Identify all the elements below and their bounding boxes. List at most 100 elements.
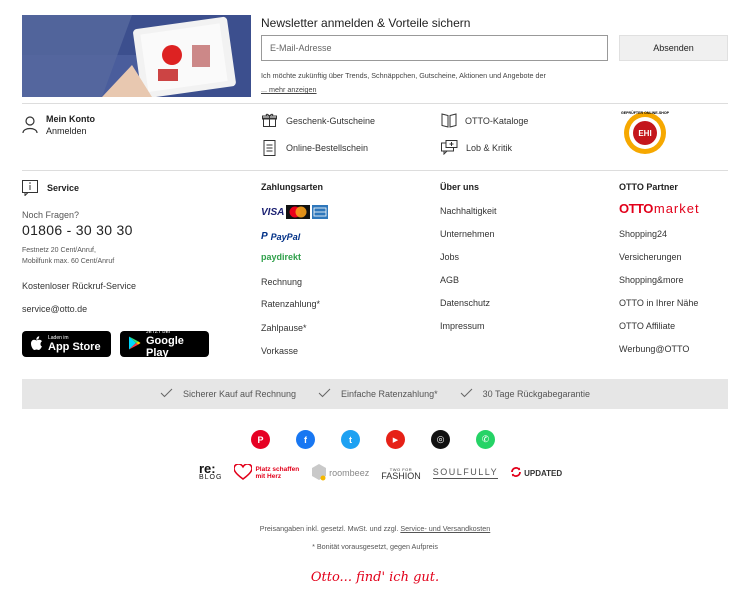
service-email-link[interactable]: service@otto.de	[22, 304, 87, 314]
otto-slogan: Otto... find' ich gut.	[310, 570, 440, 585]
twoforfashion-logo[interactable]: TWO FOR FASHION	[381, 466, 421, 481]
about-link-company[interactable]: Unternehmen	[440, 229, 495, 239]
service-title: Service	[47, 183, 80, 193]
partner-link-shopping-more[interactable]: Shopping&more	[619, 275, 684, 285]
document-icon	[262, 140, 277, 156]
catalog-icon	[441, 113, 457, 128]
app-store-badge[interactable]: Laden im App Store	[22, 331, 111, 357]
roombeez-logo[interactable]: roombeez	[311, 463, 369, 483]
reblog-logo-b: BLOG	[199, 474, 223, 481]
soulfully-logo[interactable]: SOULFULLY	[432, 467, 499, 479]
check-icon	[160, 388, 173, 400]
payment-title: Zahlungsarten	[261, 182, 324, 192]
service-cost-line1: Festnetz 20 Cent/Anruf,	[22, 247, 96, 254]
partner-title: OTTO Partner	[619, 182, 678, 192]
app-store-big: App Store	[48, 341, 101, 353]
my-account-title: Mein Konto	[46, 114, 95, 124]
benefit-label: 30 Tage Rückgabegarantie	[482, 389, 591, 399]
order-form-label: Online-Bestellschein	[286, 143, 369, 153]
feedback-label: Lob & Kritik	[466, 142, 513, 153]
updated-label: UPDATED	[524, 468, 563, 478]
partner-link-shopping24[interactable]: Shopping24	[619, 229, 667, 239]
reblog-logo[interactable]: re: BLOG	[199, 461, 223, 482]
price-note-prefix: Preisangaben inkl. gesetzl. MwSt. und zz…	[259, 524, 399, 533]
gift-voucher-link[interactable]: Geschenk-Gutscheine	[262, 113, 375, 128]
herz-line1: Platz schaffen	[255, 466, 300, 473]
about-link-sustainability[interactable]: Nachhaltigkeit	[440, 206, 497, 216]
facebook-icon[interactable]: f	[296, 430, 315, 449]
email-input[interactable]	[261, 35, 608, 61]
benefits-bar: Sicherer Kauf auf Rechnung Einfache Rate…	[22, 379, 728, 409]
benefit-item: 30 Tage Rückgabegarantie	[460, 388, 590, 400]
check-icon	[460, 388, 473, 400]
ehi-seal-label: EHI	[633, 121, 657, 145]
otto-market-logo-a: OTTO	[619, 201, 653, 216]
order-form-link[interactable]: Online-Bestellschein	[262, 140, 368, 156]
callback-service-link[interactable]: Kostenloser Rückruf-Service	[22, 281, 136, 291]
social-links: P f t ▶ ◎ ✆	[251, 430, 495, 449]
info-icon	[22, 180, 38, 196]
sync-icon	[510, 466, 522, 480]
partner-link-advertising[interactable]: Werbung@OTTO	[619, 344, 689, 354]
benefit-item: Sicherer Kauf auf Rechnung	[160, 388, 296, 400]
my-account[interactable]: Mein Konto Anmelden	[22, 114, 95, 136]
catalogs-label: OTTO-Kataloge	[465, 115, 529, 126]
service-phone[interactable]: 01806 - 30 30 30	[22, 222, 133, 238]
catalogs-link[interactable]: OTTO-Kataloge	[441, 113, 528, 128]
payment-link-invoice[interactable]: Rechnung	[261, 277, 302, 287]
service-header: Service	[22, 180, 79, 196]
ehi-seal[interactable]: EHI GEPRÜFTER ONLINE-SHOP	[621, 111, 669, 154]
credit-note: * Bonität vorausgesetzt, gegen Aufpreis	[312, 542, 438, 551]
partner-link-insurance[interactable]: Versicherungen	[619, 252, 682, 262]
reblog-logo-a: re:	[199, 461, 216, 476]
newsletter-consent-text: Ich möchte zukünftig über Trends, Schnäp…	[261, 71, 546, 80]
paydirekt-logo: paydirekt	[261, 252, 302, 262]
paypal-icon: P	[261, 231, 268, 242]
divider	[22, 170, 728, 171]
about-link-imprint[interactable]: Impressum	[440, 321, 485, 331]
apple-icon	[30, 335, 43, 353]
service-cost-line2: Mobilfunk max. 60 Cent/Anruf	[22, 258, 115, 265]
newsletter-submit-button[interactable]: Absenden	[619, 35, 728, 61]
google-play-badge[interactable]: JETZT BEI Google Play	[120, 329, 209, 359]
payment-link-installment[interactable]: Ratenzahlung*	[261, 299, 320, 309]
benefit-label: Einfache Ratenzahlung*	[341, 389, 438, 399]
herz-logo[interactable]: Platz schaffen mit Herz	[233, 463, 300, 482]
updated-logo[interactable]: UPDATED	[510, 466, 562, 480]
paypal-label: PayPal	[270, 231, 301, 242]
gift-icon	[262, 113, 277, 128]
show-more-link[interactable]: ... mehr anzeigen	[261, 85, 317, 94]
price-note: Preisangaben inkl. gesetzl. MwSt. und zz…	[0, 524, 750, 533]
instagram-icon[interactable]: ◎	[431, 430, 450, 449]
paypal-logo: P PayPal	[261, 231, 300, 242]
payment-link-prepayment[interactable]: Vorkasse	[261, 346, 298, 356]
pinterest-icon[interactable]: P	[251, 430, 270, 449]
shipping-costs-link[interactable]: Service- und Versandkosten	[400, 524, 490, 533]
ehi-seal-text: GEPRÜFTER ONLINE-SHOP	[620, 111, 670, 115]
partner-link-affiliate[interactable]: OTTO Affiliate	[619, 321, 675, 331]
newsletter-image	[22, 15, 251, 97]
roombeez-label: roombeez	[329, 468, 370, 478]
about-link-terms[interactable]: AGB	[440, 275, 459, 285]
google-play-icon	[128, 336, 141, 352]
about-link-privacy[interactable]: Datenschutz	[440, 298, 490, 308]
payment-link-pause[interactable]: Zahlpause*	[261, 323, 307, 333]
divider	[22, 103, 728, 104]
partner-link-nearby[interactable]: OTTO in Ihrer Nähe	[619, 298, 698, 308]
hexagon-icon	[311, 463, 327, 483]
brand-logos: re: BLOG Platz schaffen mit Herz roombee…	[199, 461, 562, 483]
card-logos: VISA	[261, 205, 329, 219]
twitter-icon[interactable]: t	[341, 430, 360, 449]
visa-logo: VISA	[261, 206, 285, 218]
otto-market-logo[interactable]: OTTO market	[619, 201, 700, 216]
herz-line2: mit Herz	[255, 473, 282, 480]
login-link[interactable]: Anmelden	[46, 126, 95, 136]
heart-icon	[233, 463, 254, 482]
feedback-link[interactable]: Lob & Kritik	[441, 140, 512, 155]
twoforfashion-big: FASHION	[381, 471, 421, 481]
whatsapp-icon[interactable]: ✆	[476, 430, 495, 449]
youtube-icon[interactable]: ▶	[386, 430, 405, 449]
about-title: Über uns	[440, 182, 480, 192]
benefit-label: Sicherer Kauf auf Rechnung	[182, 389, 297, 399]
about-link-jobs[interactable]: Jobs	[440, 252, 459, 262]
